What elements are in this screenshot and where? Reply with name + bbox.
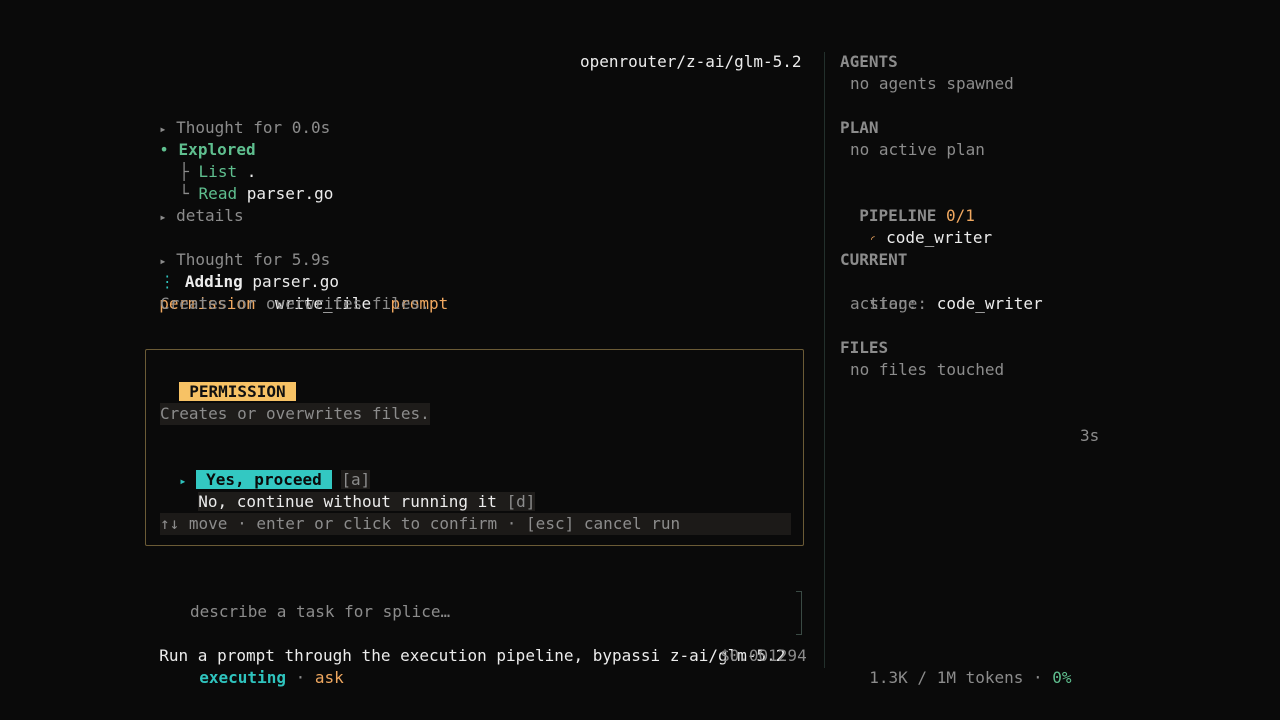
status-state: executing <box>199 668 286 687</box>
token-usage: 1.3K / 1M tokens · 0% <box>850 645 1072 689</box>
permission-description: Creates or overwrites files. <box>160 294 430 313</box>
pipeline-stage-row: ◜ code_writer <box>850 205 992 250</box>
model-name: openrouter/z-ai/glm-5.2 <box>580 52 802 71</box>
stage-value: code_writer <box>936 294 1043 313</box>
token-count: 1.3K / 1M tokens · <box>869 668 1043 687</box>
details-toggle[interactable]: ▸ details <box>140 183 244 228</box>
files-title: FILES <box>840 338 889 357</box>
dialog-description: Creates or overwrites files. <box>160 403 430 425</box>
agents-title: AGENTS <box>840 52 898 71</box>
plan-title: PLAN <box>840 118 879 137</box>
files-value: no files touched <box>850 360 1005 379</box>
action-label: action: <box>850 294 918 313</box>
input-border-top <box>796 591 802 592</box>
input-border <box>801 591 802 635</box>
spinner-icon: ◜ <box>869 232 877 246</box>
expand-arrow-icon: ▸ <box>159 210 167 224</box>
status-line: executing · ask <box>180 645 344 689</box>
dialog-hint: ↑↓ move · enter or click to confirm · [e… <box>160 513 791 535</box>
prompt-input[interactable]: describe a task for splice… <box>190 601 450 623</box>
elapsed-time: 3s <box>1080 426 1100 445</box>
no-continue-button[interactable]: No, continue without running it <box>198 492 497 511</box>
details-label: details <box>176 206 244 225</box>
input-border-bottom <box>796 634 802 635</box>
option-no[interactable]: No, continue without running it [d] <box>179 469 536 513</box>
token-percent: 0% <box>1052 668 1072 687</box>
agents-value: no agents spawned <box>850 74 1014 93</box>
cost: $0.001294 <box>720 646 807 665</box>
status-mode: ask <box>314 668 344 687</box>
status-separator: · <box>295 668 306 687</box>
tool-target: parser.go <box>246 184 334 203</box>
no-key-hint: [d] <box>506 492 536 511</box>
plan-value: no active plan <box>850 140 985 159</box>
pipeline-stage: code_writer <box>886 228 993 247</box>
current-title: CURRENT <box>840 250 908 269</box>
sidebar-divider <box>824 52 825 668</box>
